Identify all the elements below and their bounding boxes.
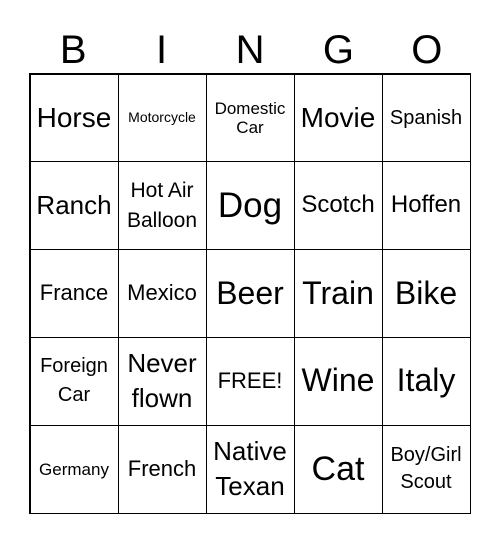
bingo-cell[interactable]: Foreign Car	[29, 336, 119, 426]
bingo-cell[interactable]: Cat	[293, 424, 383, 514]
header-letter-n: N	[235, 28, 265, 72]
bingo-cell[interactable]: French	[117, 424, 207, 514]
bingo-cell[interactable]: Train	[293, 249, 383, 338]
bingo-cell[interactable]: Beer	[205, 249, 295, 338]
bingo-cell[interactable]: Movie	[293, 73, 383, 163]
header-letter-o: O	[411, 28, 443, 72]
bingo-cell[interactable]: Hoffen	[381, 161, 471, 251]
bingo-cell[interactable]: Hot Air Balloon	[117, 161, 207, 251]
bingo-cell[interactable]: Domestic Car	[205, 73, 295, 163]
bingo-cell[interactable]: Bike	[381, 249, 471, 338]
bingo-cell[interactable]: Dog	[205, 161, 295, 251]
bingo-cell[interactable]: Scotch	[293, 161, 383, 251]
bingo-cell[interactable]: Motorcycle	[117, 73, 207, 163]
bingo-grid: Horse Motorcycle Domestic Car Movie Span…	[29, 73, 471, 514]
header-letter-b: B	[59, 28, 87, 72]
bingo-cell[interactable]: Mexico	[117, 249, 207, 338]
bingo-cell[interactable]: Germany	[29, 424, 119, 514]
header-letter-i: I	[156, 28, 168, 72]
bingo-cell[interactable]: Boy/Girl Scout	[381, 424, 471, 514]
header-letter-g: G	[322, 28, 354, 72]
bingo-cell[interactable]: Never flown	[117, 336, 207, 426]
bingo-cell[interactable]: Italy	[381, 336, 471, 426]
bingo-cell free-space[interactable]: FREE!	[205, 336, 295, 426]
bingo-cell[interactable]: France	[29, 249, 119, 338]
bingo-header: B I N G O	[29, 28, 471, 72]
bingo-cell[interactable]: Spanish	[381, 73, 471, 163]
bingo-cell[interactable]: Horse	[29, 73, 119, 163]
bingo-cell[interactable]: Ranch	[29, 161, 119, 251]
bingo-cell[interactable]: Wine	[293, 336, 383, 426]
bingo-cell[interactable]: Native Texan	[205, 424, 295, 514]
